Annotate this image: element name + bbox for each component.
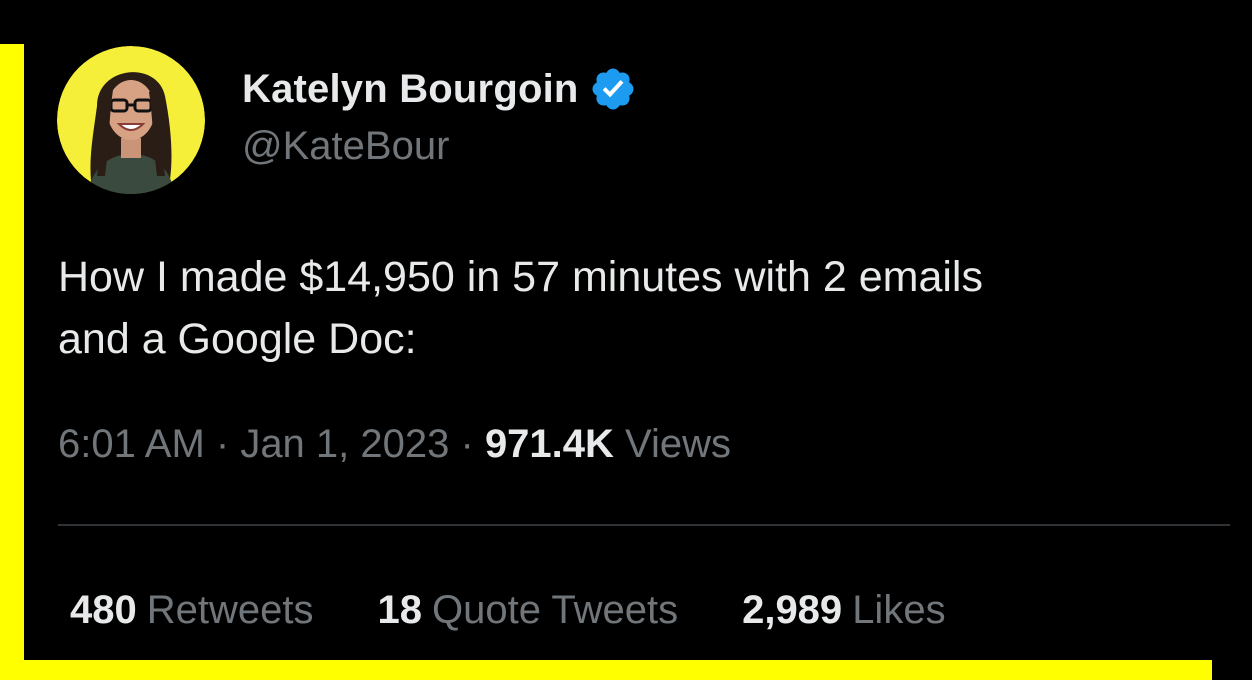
views-count: 971.4K <box>484 422 626 466</box>
likes-count: 2,989 <box>742 588 843 632</box>
highlight-frame-left <box>0 44 24 680</box>
retweets-label: Retweets <box>146 588 314 632</box>
views-label: Views <box>625 422 732 466</box>
author-display-name[interactable]: Katelyn Bourgoin <box>242 67 579 112</box>
tweet-date[interactable]: Jan 1, 2023 <box>240 422 460 466</box>
tweet-text-line-2: and a Google Doc: <box>58 315 417 363</box>
tweet-text-line-1: How I made $14,950 in 57 minutes with 2 … <box>58 253 983 301</box>
likes-stat[interactable]: 2,989 Likes <box>742 588 946 633</box>
avatar-image <box>57 46 205 194</box>
quote-tweets-count: 18 <box>377 588 423 632</box>
retweets-stat[interactable]: 480 Retweets <box>70 588 314 633</box>
highlight-frame-bottom <box>0 660 1212 680</box>
author-name-row: Katelyn Bourgoin <box>242 64 637 114</box>
quote-tweets-stat[interactable]: 18 Quote Tweets <box>378 588 679 633</box>
avatar[interactable] <box>57 46 205 194</box>
tweet-stats: 480 Retweets 18 Quote Tweets 2,989 Likes <box>70 588 946 633</box>
retweets-count: 480 <box>70 588 137 632</box>
quote-tweets-label: Quote Tweets <box>432 588 679 632</box>
likes-label: Likes <box>852 588 946 632</box>
tweet-text: How I made $14,950 in 57 minutes with 2 … <box>58 246 1238 370</box>
meta-separator: · <box>460 422 485 466</box>
divider <box>58 524 1230 526</box>
verified-badge-icon[interactable] <box>589 65 637 113</box>
tweet-time[interactable]: 6:01 AM <box>58 422 216 466</box>
author-handle[interactable]: @KateBour <box>242 124 449 169</box>
tweet-meta: 6:01 AM · Jan 1, 2023 · 971.4K Views <box>58 422 731 467</box>
meta-separator: · <box>215 422 241 466</box>
